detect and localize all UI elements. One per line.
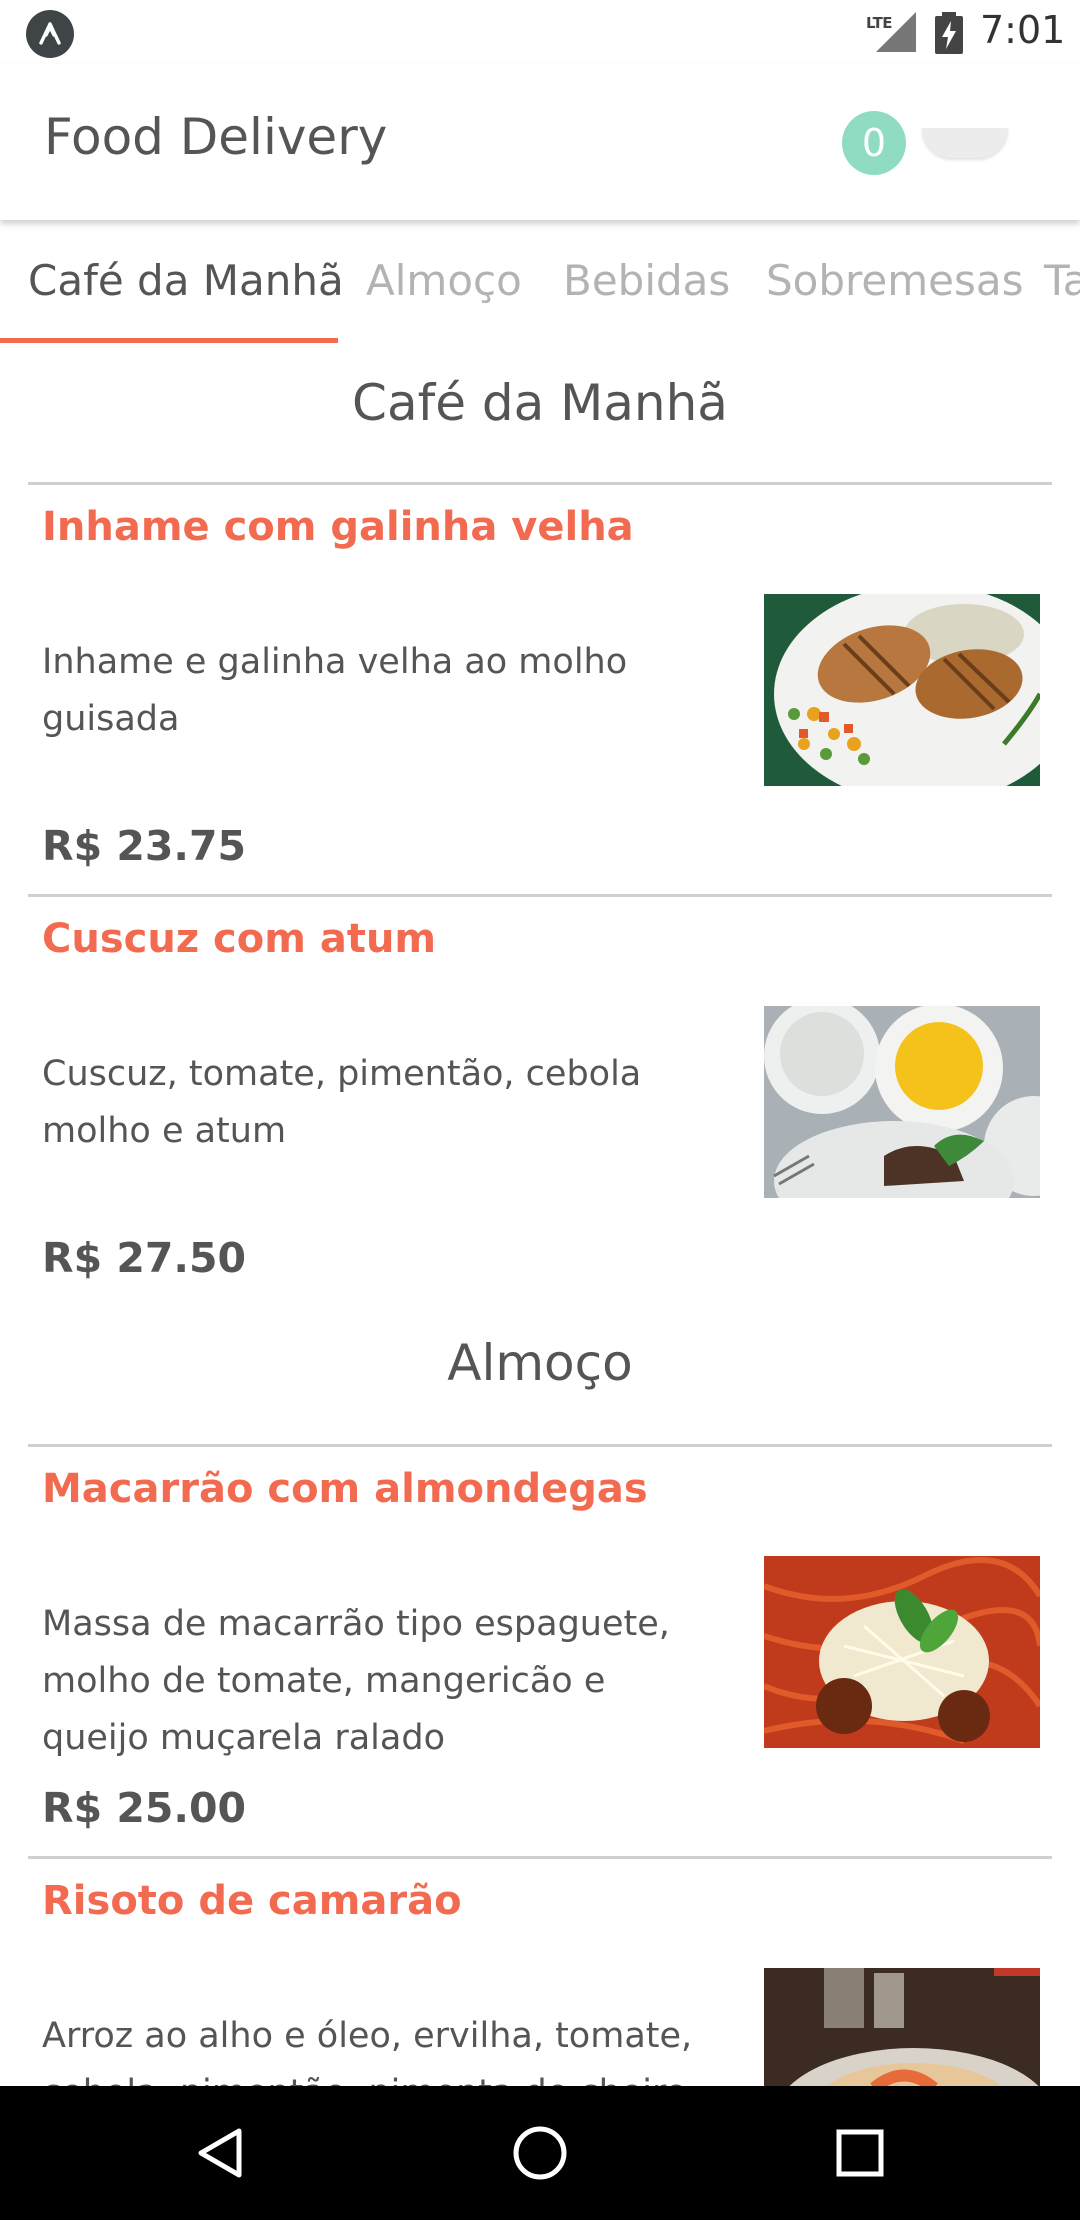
- section-title: Almoço: [447, 1334, 633, 1392]
- dish-name[interactable]: Inhame com galinha velha: [42, 504, 634, 550]
- dish-price: R$ 25.00: [42, 1784, 247, 1832]
- dish-price: R$ 23.75: [42, 822, 247, 870]
- dish-image[interactable]: [764, 594, 1040, 786]
- back-icon[interactable]: [188, 2120, 254, 2186]
- dish-description: Inhame e galinha velha ao molho guisada: [42, 642, 628, 739]
- dish-image[interactable]: [764, 1968, 1040, 2086]
- active-tab-indicator: [0, 338, 338, 343]
- expo-icon: [26, 10, 74, 58]
- signal-icon: [876, 12, 916, 52]
- menu-list[interactable]: Café da Manhã Inhame com galinha velha I…: [0, 344, 1080, 2086]
- tab-partial[interactable]: Ta: [1044, 256, 1080, 305]
- dish-name[interactable]: Cuscuz com atum: [42, 916, 436, 962]
- dish-price: R$ 27.50: [42, 1234, 247, 1282]
- dish-description: Cuscuz, tomate, pimentão, cebola molho e…: [42, 1054, 642, 1151]
- tab-bebidas[interactable]: Bebidas: [563, 256, 730, 305]
- battery-charging-icon: [935, 12, 963, 54]
- status-bar: LTE 7:01: [0, 0, 1080, 64]
- tab-almoco[interactable]: Almoço: [366, 256, 522, 305]
- item-divider: [28, 894, 1052, 897]
- category-tabs: Café da Manhã Almoço Bebidas Sobremesas …: [0, 220, 1080, 344]
- dish-name[interactable]: Risoto de camarão: [42, 1878, 462, 1924]
- clock: 7:01: [980, 8, 1066, 52]
- home-icon[interactable]: [507, 2120, 573, 2186]
- tab-sobremesas[interactable]: Sobremesas: [766, 256, 1023, 305]
- cart-icon[interactable]: [922, 128, 1008, 158]
- app-header: Food Delivery 0: [0, 64, 1080, 220]
- recents-icon[interactable]: [827, 2120, 893, 2186]
- item-divider: [28, 1856, 1052, 1859]
- section-divider: [28, 482, 1052, 485]
- cart-count-badge[interactable]: 0: [842, 111, 906, 175]
- system-nav-bar: [0, 2086, 1080, 2220]
- app-screen: LTE 7:01 Food Delivery 0 Café da Manhã A…: [0, 0, 1080, 2220]
- tab-cafe-da-manha[interactable]: Café da Manhã: [28, 256, 344, 305]
- section-divider: [28, 1444, 1052, 1447]
- app-title: Food Delivery: [44, 108, 388, 166]
- dish-image[interactable]: [764, 1006, 1040, 1198]
- dish-name[interactable]: Macarrão com almondegas: [42, 1466, 648, 1512]
- section-title: Café da Manhã: [352, 374, 728, 432]
- dish-description: Arroz ao alho e óleo, ervilha, tomate, c…: [42, 2016, 693, 2086]
- dish-image[interactable]: [764, 1556, 1040, 1748]
- dish-description: Massa de macarrão tipo espaguete, molho …: [42, 1604, 670, 1758]
